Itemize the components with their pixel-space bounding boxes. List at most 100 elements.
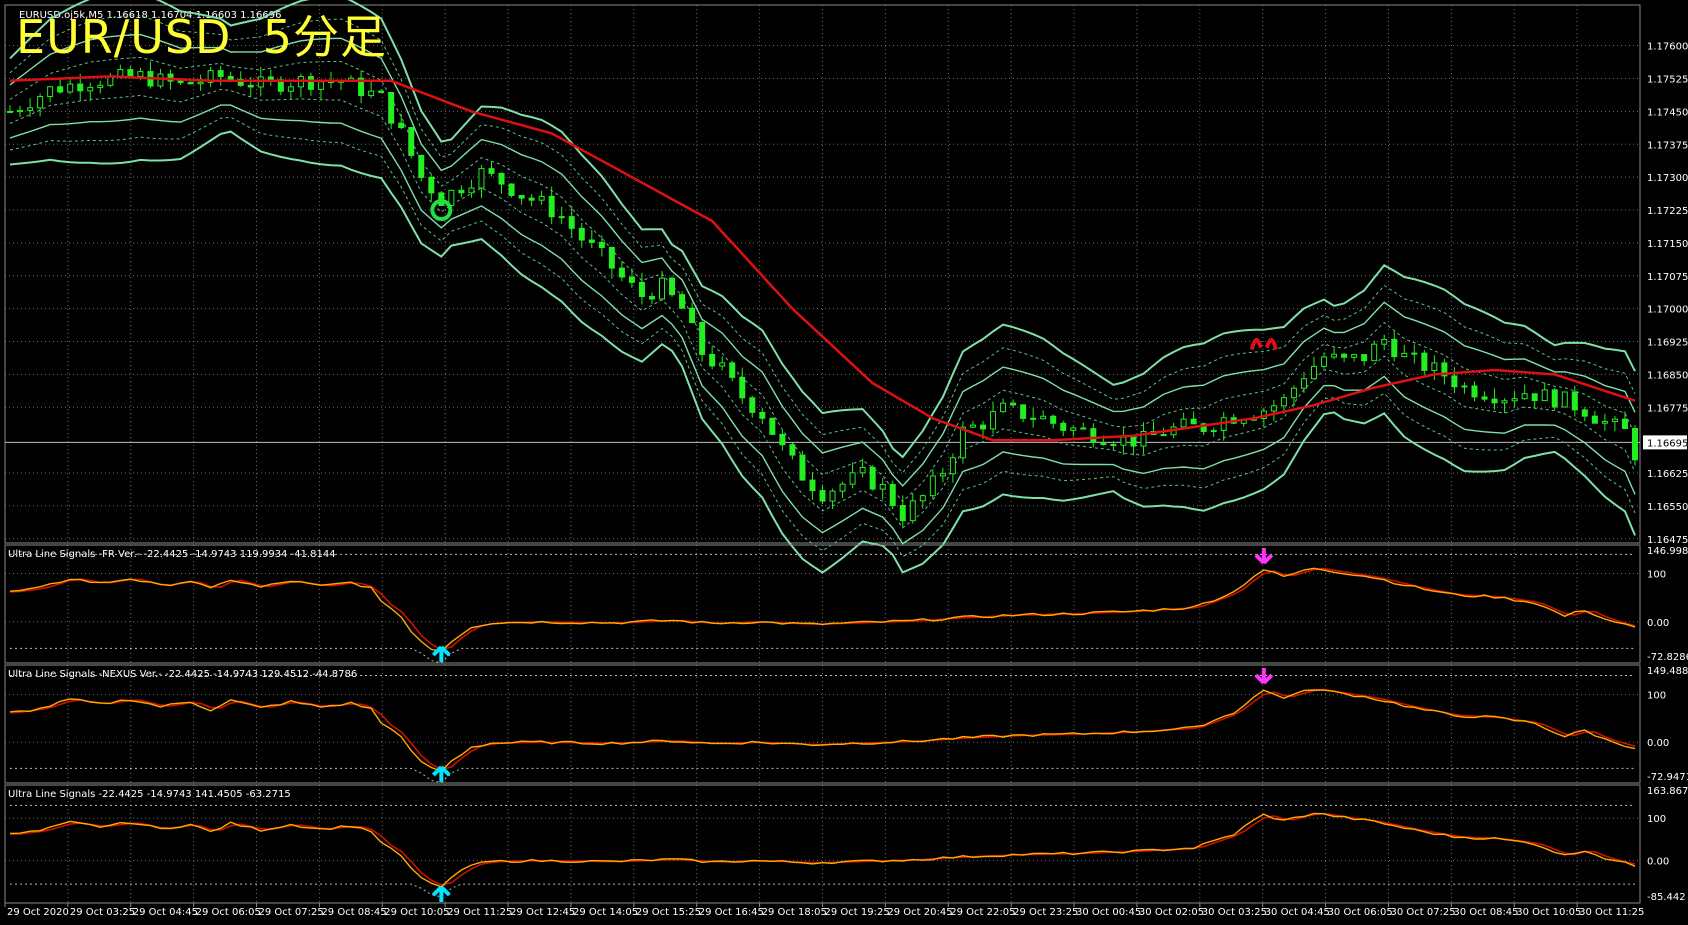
current-price-label: 1.16695	[1647, 438, 1688, 449]
indicator-lower-envelope	[10, 883, 1635, 898]
indicator-header: Ultra Line Signals -NEXUS Ver.- -22.4425…	[8, 669, 357, 680]
indicator-tick-label: 146.9984	[1647, 546, 1688, 557]
indicator-tick-label: 163.8674	[1647, 786, 1688, 797]
candle-body	[769, 417, 776, 435]
candle-body	[227, 75, 234, 80]
chart-canvas[interactable]: 1.17600 1.17525 1.17450 1.17375 1.17300 1.172…	[0, 0, 1688, 921]
candle-body	[378, 90, 385, 93]
indicator-tick-label: -85.442	[1647, 892, 1686, 903]
indicator-tick-label: 100	[1647, 814, 1666, 825]
candle-body	[689, 307, 696, 324]
candle-body	[979, 424, 986, 430]
candle-body	[97, 84, 104, 88]
price-tick-label: 1.17150	[1647, 239, 1688, 250]
time-label: 30 Oct 03:25	[1202, 907, 1267, 918]
candle-body	[388, 91, 395, 124]
candle-body	[468, 187, 475, 194]
candle-body	[1361, 354, 1368, 362]
time-label: 29 Oct 04:45	[133, 907, 198, 918]
candle-body	[899, 504, 906, 522]
candle-body	[458, 189, 465, 194]
candle-body	[879, 483, 886, 490]
candle-body	[1621, 418, 1628, 430]
candle-body	[1180, 418, 1187, 428]
indicator-panel-3: Ultra Line Signals -22.4425 -14.9743 141…	[4, 784, 1688, 904]
time-label: 29 Oct 16:45	[699, 907, 764, 918]
time-label: 30 Oct 04:45	[1265, 907, 1330, 918]
candle-body	[197, 81, 204, 85]
candle-body	[1130, 436, 1137, 447]
candle-body	[57, 86, 64, 93]
candle-body	[478, 168, 485, 189]
candle-body	[77, 83, 84, 92]
candle-body	[1431, 362, 1438, 371]
time-label: 29 Oct 22:05	[950, 907, 1015, 918]
candle-body	[1421, 352, 1428, 371]
price-tick-label: 1.16925	[1647, 338, 1688, 349]
candle-body	[137, 71, 144, 77]
candle-body	[648, 296, 655, 300]
sell-arrow-icon	[1254, 668, 1274, 685]
candle-body	[117, 69, 124, 77]
indicator-tick-label: -72.8286	[1647, 652, 1688, 663]
indicator-tick-label: 0.00	[1647, 857, 1669, 868]
candle-body	[177, 80, 184, 83]
indicator-tick-label: 149.4883	[1647, 666, 1688, 677]
candle-body	[7, 110, 14, 113]
candle-body	[1511, 398, 1518, 402]
price-tick-label: 1.16550	[1647, 502, 1688, 513]
time-label: 29 Oct 2020	[7, 907, 69, 918]
time-label: 29 Oct 08:45	[321, 907, 386, 918]
candle-body	[1461, 385, 1468, 388]
candle-body	[1311, 365, 1318, 380]
price-tick-label: 1.16625	[1647, 469, 1688, 480]
candle-body	[1120, 436, 1127, 446]
candle-body	[1521, 393, 1528, 400]
time-axis: 29 Oct 2020 29 Oct 03:2529 Oct 04:4529 Oc…	[4, 903, 1644, 918]
time-label: 29 Oct 06:05	[196, 907, 261, 918]
candle-body	[47, 86, 54, 98]
candle-body	[558, 216, 565, 219]
candle-body	[498, 172, 505, 185]
sell-signal-marker	[1249, 338, 1278, 351]
candle-body	[949, 457, 956, 475]
time-label: 30 Oct 11:25	[1579, 907, 1644, 918]
price-tick-label: 1.16850	[1647, 370, 1688, 381]
price-tick-label: 1.17600	[1647, 42, 1688, 53]
candle-body	[247, 84, 254, 88]
candle-body	[1280, 397, 1287, 407]
candle-body	[959, 426, 966, 459]
candle-body	[317, 81, 324, 90]
candle-body	[719, 362, 726, 367]
candle-body	[1190, 418, 1197, 425]
buy-arrow-icon	[431, 645, 451, 662]
candle-body	[859, 466, 866, 474]
candle-body	[1401, 352, 1408, 358]
candle-body	[418, 154, 425, 178]
candle-body	[1050, 415, 1057, 424]
price-tick-label: 1.17000	[1647, 305, 1688, 316]
candle-body	[187, 81, 194, 85]
candle-body	[969, 424, 976, 428]
time-label: 30 Oct 08:45	[1453, 907, 1518, 918]
candle-body	[909, 500, 916, 522]
buy-arrow-icon	[431, 885, 451, 902]
candle-body	[518, 194, 525, 199]
candle-body	[679, 294, 686, 309]
candle-body	[408, 127, 415, 156]
candle-body	[1110, 444, 1117, 447]
time-label: 29 Oct 12:45	[510, 907, 575, 918]
price-tick-label: 1.17075	[1647, 272, 1688, 283]
candle-body	[1481, 396, 1488, 400]
indicator-tick-label: 0.00	[1647, 738, 1669, 749]
candle-body	[1030, 417, 1037, 420]
bollinger-band	[9, 33, 1636, 487]
indicator-lower-envelope	[10, 647, 1635, 664]
candle-body	[799, 454, 806, 481]
time-label: 29 Oct 03:25	[70, 907, 135, 918]
candle-body	[67, 83, 74, 93]
price-panel: 1.17600 1.17525 1.17450 1.17375 1.17300 1.172…	[4, 0, 1688, 574]
candle-body	[1551, 389, 1558, 408]
candle-body	[939, 473, 946, 477]
candle-body	[1070, 427, 1077, 431]
